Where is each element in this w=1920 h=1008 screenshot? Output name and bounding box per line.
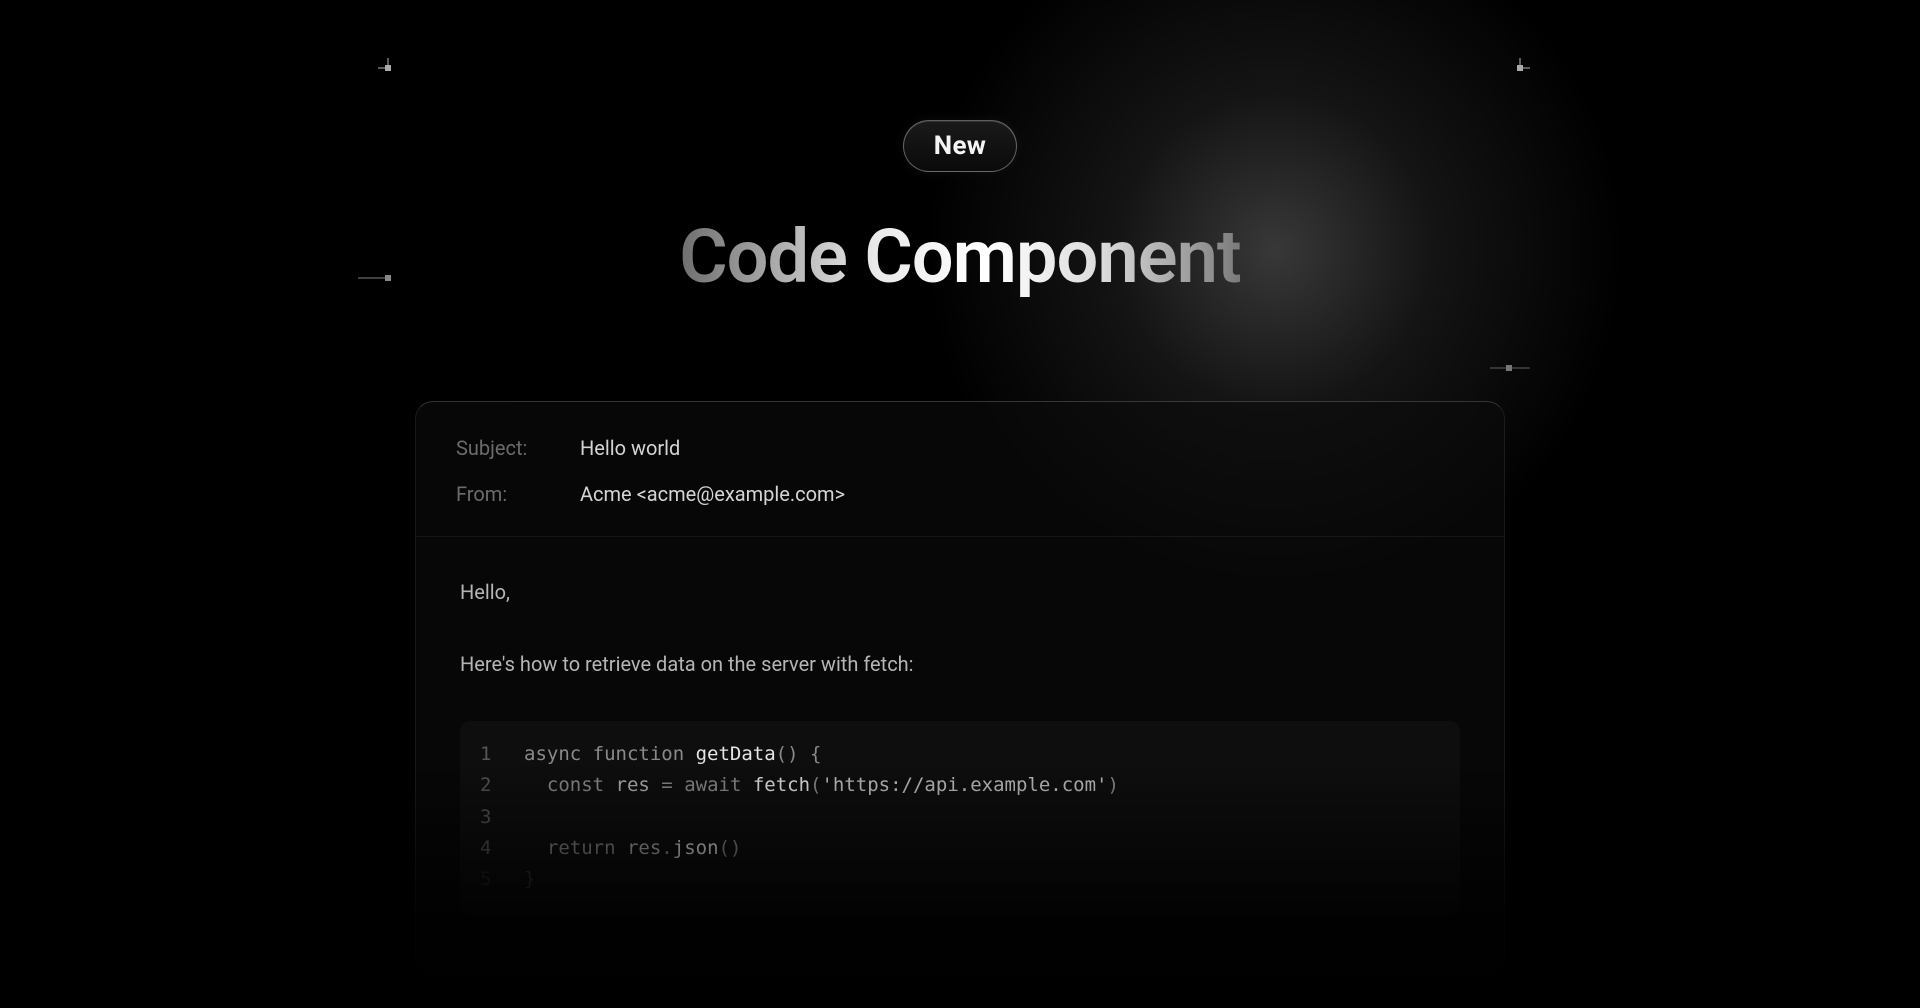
code-line: 2 const res = await fetch('https://api.e…: [480, 770, 1440, 801]
new-badge: New: [903, 120, 1017, 172]
crosshair-right: [1490, 348, 1544, 402]
email-greeting: Hello,: [460, 577, 1460, 607]
email-preview-card: Subject: Hello world From: Acme <acme@ex…: [415, 401, 1505, 975]
new-badge-label: New: [934, 131, 986, 161]
code-content: }: [524, 864, 535, 895]
hero-header: New Code Component: [0, 0, 1920, 301]
subject-label: Subject:: [456, 432, 536, 464]
page-title: Code Component: [679, 214, 1241, 301]
email-body: Hello, Here's how to retrieve data on th…: [416, 537, 1504, 974]
from-row: From: Acme <acme@example.com>: [456, 478, 1464, 510]
code-line: 1async function getData() {: [480, 739, 1440, 770]
line-number: 1: [480, 739, 524, 770]
code-content: const res = await fetch('https://api.exa…: [524, 770, 1119, 801]
code-content: async function getData() {: [524, 739, 821, 770]
line-number: 5: [480, 864, 524, 895]
code-block: 1async function getData() {2 const res =…: [460, 721, 1460, 914]
code-content: return res.json(): [524, 833, 741, 864]
code-line: 4 return res.json(): [480, 833, 1440, 864]
subject-value: Hello world: [580, 432, 680, 464]
email-intro: Here's how to retrieve data on the serve…: [460, 649, 1460, 679]
line-number: 3: [480, 802, 524, 833]
code-line: 5}: [480, 864, 1440, 895]
line-number: 2: [480, 770, 524, 801]
line-number: 4: [480, 833, 524, 864]
subject-row: Subject: Hello world: [456, 432, 1464, 464]
from-label: From:: [456, 478, 536, 510]
code-line: 3: [480, 802, 1440, 833]
from-value: Acme <acme@example.com>: [580, 478, 845, 510]
email-header: Subject: Hello world From: Acme <acme@ex…: [416, 402, 1504, 537]
